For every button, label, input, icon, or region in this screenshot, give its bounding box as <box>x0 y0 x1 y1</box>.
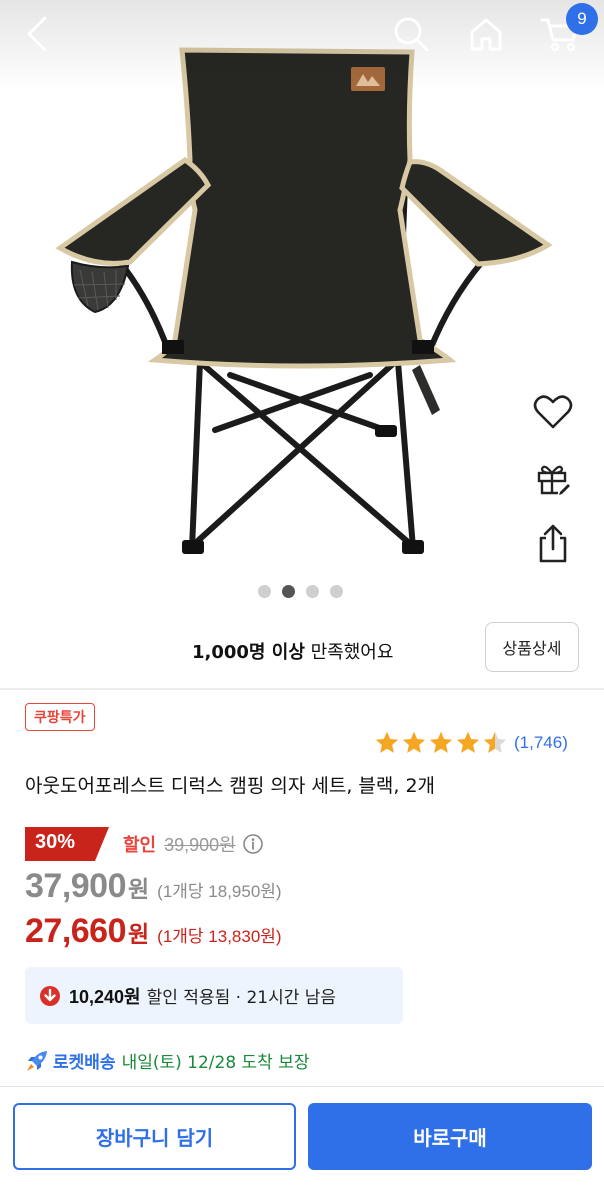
home-icon <box>470 18 502 51</box>
wishlist-button[interactable] <box>527 388 579 436</box>
delivery-info: 로켓배송 내일(토) 12/28 도착 보장 <box>25 1048 310 1073</box>
carousel-dot[interactable] <box>330 585 343 598</box>
satisfaction-row: 1,000명 이상 만족했어요 상품상세 <box>0 622 604 678</box>
home-button[interactable] <box>461 10 511 58</box>
star-icon <box>429 731 453 753</box>
carousel-indicator[interactable] <box>258 585 343 598</box>
star-icon <box>375 731 399 753</box>
carousel-dot[interactable] <box>306 585 319 598</box>
top-nav: 9 <box>0 0 604 70</box>
coupon-price: 27,660 <box>25 912 127 950</box>
search-button[interactable] <box>386 10 436 58</box>
heart-icon <box>533 395 573 429</box>
coupon-per-unit-price: (1개당 13,830원) <box>157 927 282 946</box>
price-info-button[interactable] <box>242 833 264 855</box>
cart-count-badge: 9 <box>566 3 598 35</box>
sale-price-row: 37,900 원 (1개당 18,950원) <box>25 867 282 906</box>
sale-price: 37,900 <box>25 867 127 905</box>
star-icon <box>456 731 480 753</box>
product-detail-button[interactable]: 상품상세 <box>485 622 579 672</box>
coupon-status-text: 할인 적용됨 · 21시간 남음 <box>146 988 337 1008</box>
back-button[interactable] <box>12 10 62 58</box>
carousel-dot-active[interactable] <box>282 585 295 598</box>
star-half-icon <box>483 731 507 753</box>
coupon-amount: 10,240원 <box>69 986 141 1007</box>
rocket-icon <box>27 1050 47 1071</box>
info-icon <box>242 834 263 854</box>
discount-label: 할인 <box>123 835 157 856</box>
down-arrow-icon <box>40 985 60 1006</box>
rocket-delivery-label: 로켓배송 <box>53 1053 116 1073</box>
satisfaction-label: 만족했어요 <box>310 642 394 663</box>
gift-button[interactable] <box>527 454 579 502</box>
review-count-link[interactable]: (1,746) <box>514 733 568 753</box>
satisfaction-count: 1,000명 이상 <box>192 642 305 663</box>
side-actions <box>527 388 579 586</box>
buy-now-button[interactable]: 바로구매 <box>308 1103 592 1170</box>
product-title: 아웃도어포레스트 디럭스 캠핑 의자 세트, 블랙, 2개 <box>25 775 436 797</box>
sale-per-unit-price: (1개당 18,950원) <box>157 882 282 901</box>
coupon-price-unit: 원 <box>128 922 150 948</box>
carousel-dot[interactable] <box>258 585 271 598</box>
rating[interactable]: (1,746) <box>374 730 568 755</box>
star-icon <box>402 731 426 753</box>
coupon-applied-box[interactable]: 10,240원 할인 적용됨 · 21시간 남음 <box>25 967 403 1024</box>
discount-badge: 30% <box>25 827 109 861</box>
satisfaction-text: 1,000명 이상 만족했어요 <box>192 638 393 664</box>
coupon-price-row: 27,660 원 (1개당 13,830원) <box>25 912 282 951</box>
add-to-cart-button[interactable]: 장바구니 담기 <box>13 1103 296 1170</box>
share-icon <box>539 524 567 563</box>
product-image[interactable]: 9 <box>0 0 604 610</box>
search-icon <box>394 17 429 52</box>
chair-image <box>55 47 553 554</box>
chevron-left-icon <box>27 16 47 52</box>
star-rating <box>374 730 508 755</box>
coupang-deal-tag: 쿠팡특가 <box>25 703 95 731</box>
discount-percent: 30% <box>35 831 76 853</box>
section-divider <box>0 688 604 690</box>
sale-price-unit: 원 <box>128 877 150 903</box>
share-button[interactable] <box>527 520 579 568</box>
bottom-action-bar: 장바구니 담기 바로구매 <box>0 1086 604 1200</box>
discount-row: 30% 할인 39,900원 <box>25 826 264 862</box>
delivery-date: 내일(토) 12/28 도착 보장 <box>121 1053 310 1073</box>
gift-icon <box>537 465 570 495</box>
original-price: 39,900원 <box>164 835 236 855</box>
